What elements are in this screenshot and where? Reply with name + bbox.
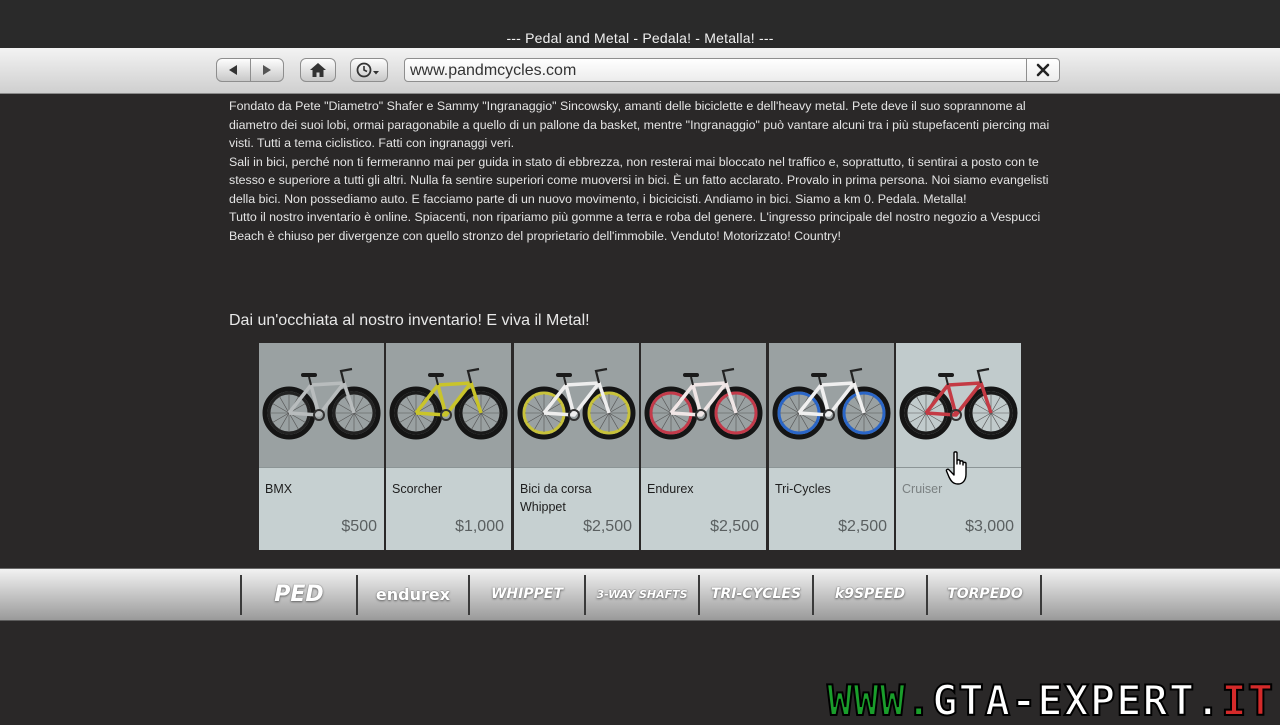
product-info: Endurex $2,500: [641, 467, 766, 550]
brand-divider: [356, 575, 358, 615]
brand-divider: [584, 575, 586, 615]
product-name: Endurex: [647, 482, 694, 496]
brand-divider: [812, 575, 814, 615]
bike-saddle: [683, 373, 699, 377]
bike-seatpost: [563, 376, 567, 386]
bike-seatpost: [945, 376, 949, 386]
product-name: Scorcher: [392, 482, 443, 496]
bike-seatpost: [818, 376, 822, 386]
forward-button[interactable]: [250, 59, 283, 81]
product-price: $3,000: [965, 518, 1014, 535]
product-name: Tri-Cycles: [775, 482, 831, 496]
product-name: Bici da corsa Whippet: [520, 482, 592, 514]
description-paragraph: Tutto il nostro inventario è online. Spi…: [229, 210, 1041, 243]
brand-divider: [926, 575, 928, 615]
address-bar[interactable]: www.pandmcycles.com: [404, 58, 1060, 82]
bike-seatpost: [308, 376, 312, 386]
product-image: [259, 343, 384, 467]
bike-seatpost: [435, 376, 439, 386]
site-watermark: WWW.GTA-EXPERT.IT: [826, 679, 1274, 723]
product-info: BMX $500: [259, 467, 384, 550]
product-card-bmx[interactable]: BMX $500: [259, 343, 384, 550]
product-price: $2,500: [710, 518, 759, 535]
clock-history-icon: [356, 62, 379, 78]
shop-description: Fondato da Pete "Diametro" Shafer e Samm…: [229, 97, 1059, 245]
back-button[interactable]: [217, 59, 250, 81]
product-price: $500: [341, 518, 377, 535]
clear-url-button[interactable]: [1026, 59, 1059, 81]
browser-toolbar: www.pandmcycles.com: [0, 48, 1280, 94]
bike-handlebar: [339, 367, 353, 384]
brand-divider: [240, 575, 242, 615]
bike-saddle: [556, 373, 572, 377]
description-paragraph: Fondato da Pete "Diametro" Shafer e Samm…: [229, 99, 1050, 150]
nav-button-group: [216, 58, 284, 82]
brand-logo-strip: PED endurex WHIPPET 3-WAY SHAFTS TRI-CYC…: [0, 568, 1280, 621]
product-image: [641, 343, 766, 467]
bike-handlebar: [849, 367, 863, 384]
forward-arrow-icon: [262, 65, 271, 75]
product-info: Scorcher $1,000: [386, 467, 511, 550]
bike-handlebar: [721, 367, 735, 384]
home-button[interactable]: [300, 58, 336, 82]
product-info: Bici da corsa Whippet $2,500: [514, 467, 639, 550]
product-card-scorcher[interactable]: Scorcher $1,000: [386, 343, 511, 550]
product-price: $1,000: [455, 518, 504, 535]
product-image: [769, 343, 894, 467]
watermark-www: WWW.: [826, 676, 933, 725]
brand-logo-torpedo[interactable]: TORPEDO: [930, 577, 1040, 611]
brand-divider: [1040, 575, 1042, 615]
brand-logo-tri-cycles[interactable]: TRI-CYCLES: [702, 577, 810, 611]
bicycle-icon: [644, 367, 763, 440]
product-price: $2,500: [583, 518, 632, 535]
bike-handlebar: [594, 367, 608, 384]
product-card-tri-cycles[interactable]: Tri-Cycles $2,500: [769, 343, 894, 550]
close-icon: [1036, 63, 1050, 77]
bicycle-icon: [389, 367, 508, 440]
history-button[interactable]: [350, 58, 388, 82]
bicycle-icon: [772, 367, 891, 440]
window-title: --- Pedal and Metal - Pedala! - Metalla!…: [506, 30, 774, 46]
inventory-heading: Dai un'occhiata al nostro inventario! E …: [229, 312, 590, 329]
product-image: [896, 343, 1021, 467]
description-paragraph: Sali in bici, perché non ti fermeranno m…: [229, 154, 1049, 206]
brand-logo-endurex[interactable]: endurex: [360, 577, 466, 611]
window-titlebar: --- Pedal and Metal - Pedala! - Metalla!…: [0, 0, 1280, 48]
brand-logo-k9speed[interactable]: k9SPEED: [816, 577, 924, 611]
product-card-cruiser[interactable]: Cruiser $3,000: [896, 343, 1021, 550]
bike-saddle: [301, 373, 317, 377]
bicycle-icon: [517, 367, 636, 440]
back-arrow-icon: [229, 65, 238, 75]
watermark-it: IT: [1220, 676, 1274, 725]
bicycle-icon: [262, 367, 381, 440]
bike-seatpost: [690, 376, 694, 386]
brand-divider: [468, 575, 470, 615]
bike-saddle: [811, 373, 827, 377]
product-info: Tri-Cycles $2,500: [769, 467, 894, 550]
brand-logo-whippet[interactable]: WHIPPET: [472, 577, 582, 611]
hand-pointer-icon: [945, 451, 967, 485]
bike-handlebar: [976, 367, 990, 384]
bike-saddle: [938, 373, 954, 377]
product-card-endurex[interactable]: Endurex $2,500: [641, 343, 766, 550]
url-text: www.pandmcycles.com: [410, 62, 577, 79]
product-image: [386, 343, 511, 467]
brand-divider: [698, 575, 700, 615]
brand-logo-ped[interactable]: PED: [244, 577, 354, 611]
watermark-main: GTA-EXPERT.: [931, 676, 1222, 725]
bike-saddle: [428, 373, 444, 377]
home-icon: [310, 63, 326, 77]
product-image: [514, 343, 639, 467]
bike-handlebar: [466, 367, 480, 384]
brand-logo-3-way[interactable]: 3-WAY SHAFTS: [588, 577, 696, 611]
product-name: BMX: [265, 482, 293, 496]
bicycle-icon: [899, 367, 1018, 440]
product-card-whippet[interactable]: Bici da corsa Whippet $2,500: [514, 343, 639, 550]
product-price: $2,500: [838, 518, 887, 535]
